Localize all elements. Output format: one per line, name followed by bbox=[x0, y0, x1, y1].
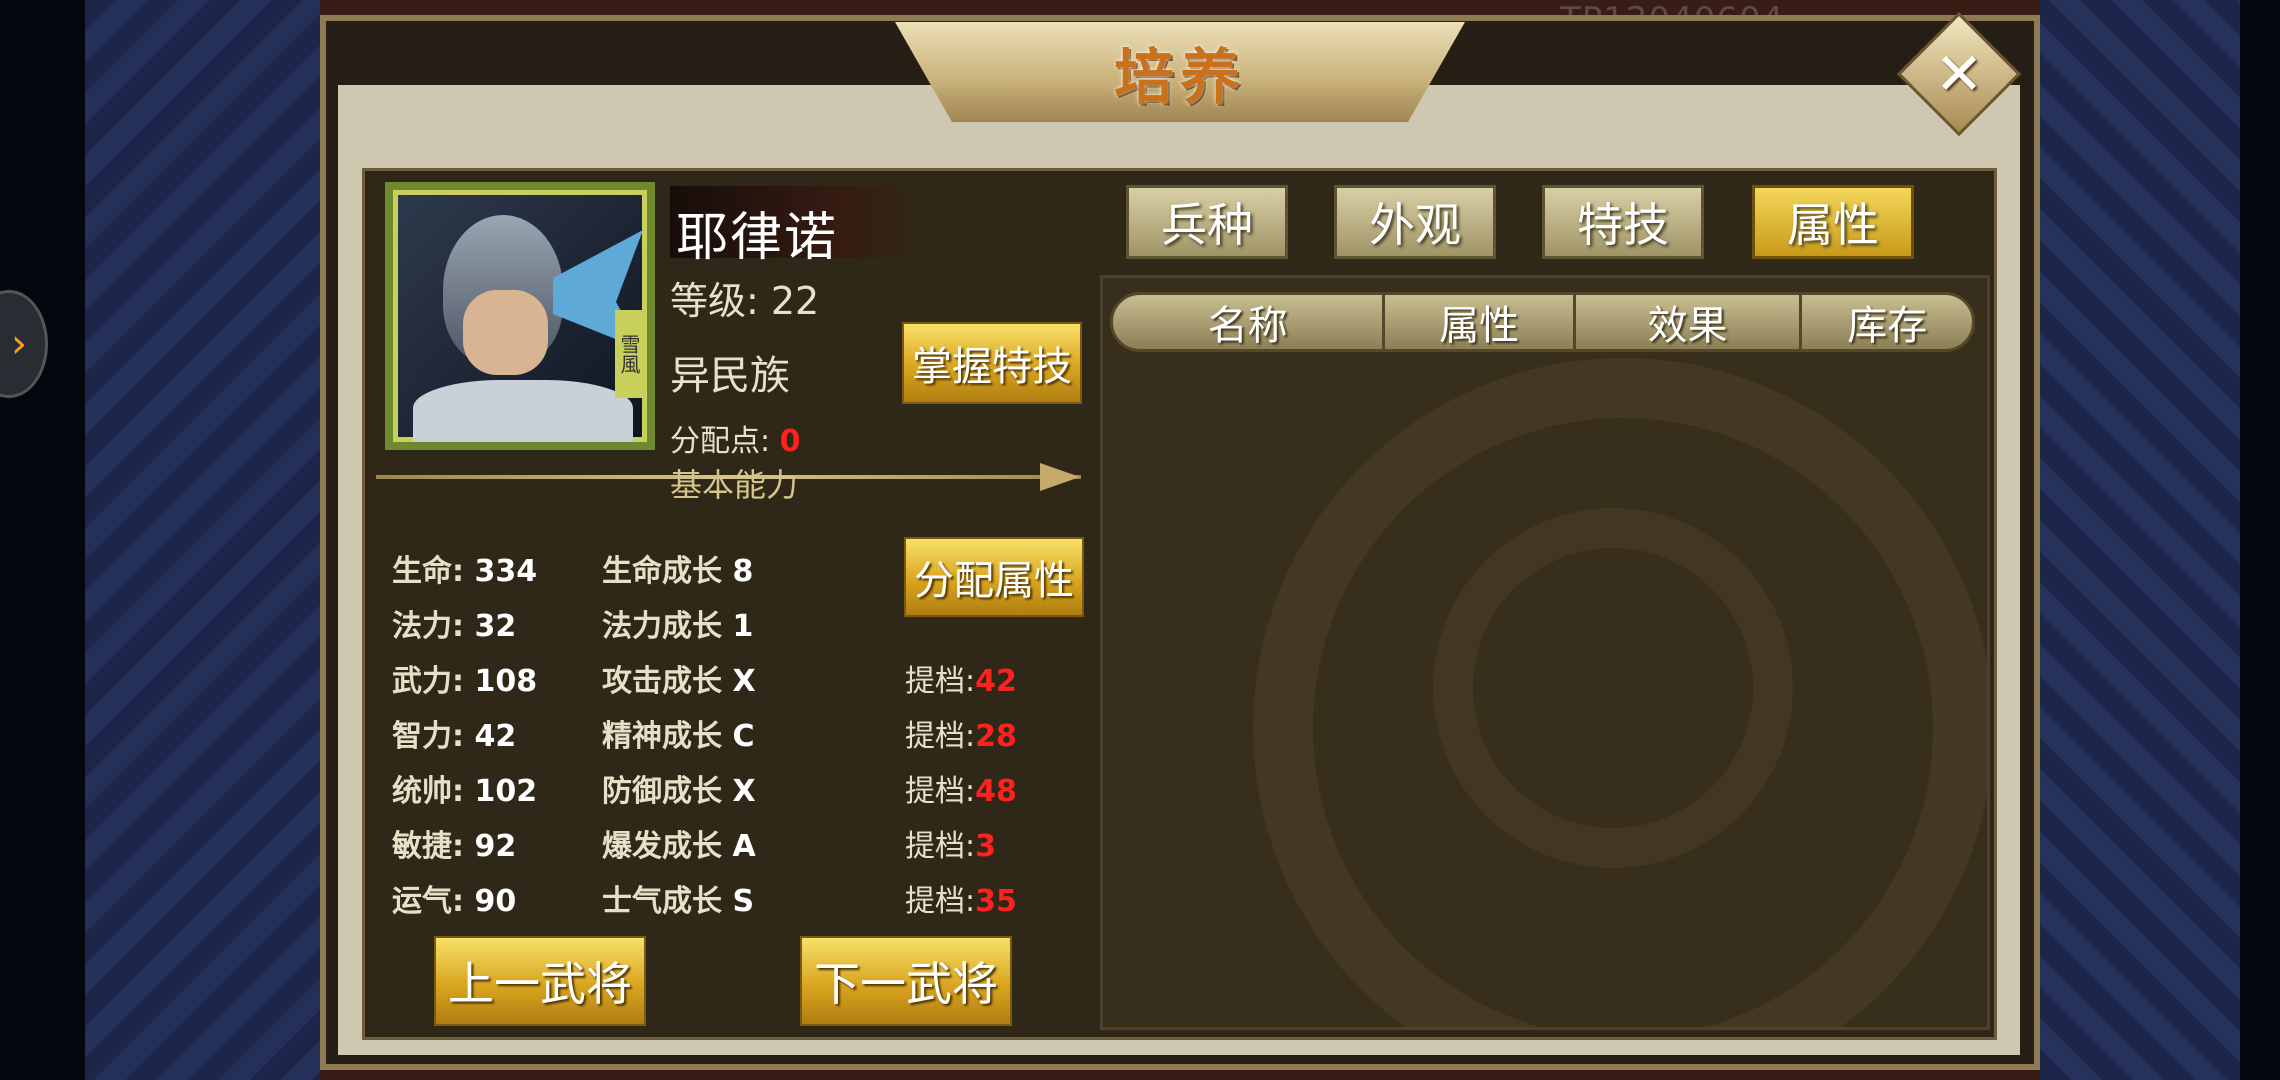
growth-row-mp: 法力成长 1 bbox=[602, 601, 753, 645]
stat-value: 102 bbox=[474, 774, 538, 809]
stat-label: 法力: bbox=[392, 609, 464, 644]
growth-value: X bbox=[732, 664, 756, 699]
tier-row-luck: 提档:35 bbox=[905, 876, 1017, 920]
hero-level: 等级: 22 bbox=[670, 279, 820, 323]
next-general-button[interactable]: 下一武将 bbox=[800, 936, 1012, 1026]
hero-name: 耶律诺 bbox=[676, 208, 839, 268]
tier-row-force: 提档:42 bbox=[905, 656, 1017, 700]
tier-value: 48 bbox=[975, 774, 1017, 809]
chevron-right-icon: › bbox=[11, 321, 27, 367]
tab-skills[interactable]: 特技 bbox=[1542, 185, 1704, 259]
growth-value: C bbox=[732, 719, 755, 754]
stat-label: 运气: bbox=[392, 884, 464, 919]
tier-row-command: 提档:48 bbox=[905, 766, 1017, 810]
close-icon[interactable]: ✕ bbox=[1915, 30, 2003, 118]
stat-value: 334 bbox=[474, 554, 538, 589]
tier-label: 提档: bbox=[905, 774, 976, 809]
growth-label: 攻击成长 bbox=[602, 664, 722, 699]
assign-attributes-button[interactable]: 分配属性 bbox=[904, 537, 1084, 617]
allocation-points: 分配点: 0 bbox=[670, 416, 801, 460]
stat-row-force: 武力: 108 bbox=[392, 656, 537, 700]
stat-row-hp: 生命: 334 bbox=[392, 546, 537, 590]
stat-row-command: 统帅: 102 bbox=[392, 766, 537, 810]
tier-label: 提档: bbox=[905, 664, 976, 699]
stat-value: 42 bbox=[474, 719, 517, 754]
growth-row-command: 防御成长 X bbox=[602, 766, 756, 810]
arrow-head-icon bbox=[1040, 463, 1080, 491]
growth-row-hp: 生命成长 8 bbox=[602, 546, 753, 590]
tier-row-agility: 提档:3 bbox=[905, 821, 996, 865]
tier-value: 28 bbox=[975, 719, 1017, 754]
growth-label: 精神成长 bbox=[602, 719, 722, 754]
tab-appearance[interactable]: 外观 bbox=[1334, 185, 1496, 259]
portrait-face bbox=[463, 290, 548, 375]
table-header: 名称 属性 效果 库存 bbox=[1110, 292, 1975, 352]
tier-value: 42 bbox=[975, 664, 1017, 699]
tier-value: 3 bbox=[975, 829, 996, 864]
column-header-stock[interactable]: 库存 bbox=[1802, 293, 1972, 351]
tab-attributes[interactable]: 属性 bbox=[1752, 185, 1914, 259]
growth-value: 8 bbox=[732, 554, 754, 589]
growth-row-luck: 士气成长 S bbox=[602, 876, 754, 920]
stat-row-agility: 敏捷: 92 bbox=[392, 821, 516, 865]
allocation-points-value: 0 bbox=[779, 424, 801, 459]
growth-row-intel: 精神成长 C bbox=[602, 711, 754, 755]
stat-label: 武力: bbox=[392, 664, 464, 699]
tier-label: 提档: bbox=[905, 829, 976, 864]
growth-value: 1 bbox=[732, 609, 754, 644]
tier-label: 提档: bbox=[905, 884, 976, 919]
prev-general-button[interactable]: 上一武将 bbox=[434, 936, 646, 1026]
attribute-table-panel[interactable] bbox=[1100, 275, 1990, 1030]
stat-value: 108 bbox=[474, 664, 538, 699]
hero-race: 异民族 bbox=[670, 353, 790, 399]
stat-row-intel: 智力: 42 bbox=[392, 711, 516, 755]
growth-row-agility: 爆发成长 A bbox=[602, 821, 756, 865]
growth-label: 生命成长 bbox=[602, 554, 722, 589]
tier-label: 提档: bbox=[905, 719, 976, 754]
stat-value: 32 bbox=[474, 609, 517, 644]
stat-label: 敏捷: bbox=[392, 829, 464, 864]
growth-row-force: 攻击成长 X bbox=[602, 656, 756, 700]
background-pattern-right bbox=[2040, 0, 2240, 1080]
stat-row-mp: 法力: 32 bbox=[392, 601, 516, 645]
column-header-effect[interactable]: 效果 bbox=[1576, 293, 1799, 351]
stat-label: 生命: bbox=[392, 554, 464, 589]
growth-value: X bbox=[732, 774, 756, 809]
stat-value: 92 bbox=[474, 829, 517, 864]
dialog-title: 培养 bbox=[1114, 42, 1246, 113]
stat-row-luck: 运气: 90 bbox=[392, 876, 516, 920]
column-header-attribute[interactable]: 属性 bbox=[1385, 293, 1573, 351]
stat-value: 90 bbox=[474, 884, 517, 919]
tier-row-intel: 提档:28 bbox=[905, 711, 1017, 755]
column-header-name[interactable]: 名称 bbox=[1113, 293, 1382, 351]
stat-label: 统帅: bbox=[392, 774, 464, 809]
tier-value: 35 bbox=[975, 884, 1017, 919]
growth-value: A bbox=[732, 829, 756, 864]
side-expand-button[interactable]: › bbox=[0, 290, 48, 398]
growth-label: 爆发成长 bbox=[602, 829, 722, 864]
growth-label: 士气成长 bbox=[602, 884, 722, 919]
allocation-points-label: 分配点: bbox=[670, 424, 780, 459]
section-title: 基本能力 bbox=[670, 466, 799, 504]
tab-unit-type[interactable]: 兵种 bbox=[1126, 185, 1288, 259]
background-pattern-left bbox=[85, 0, 320, 1080]
stat-label: 智力: bbox=[392, 719, 464, 754]
growth-value: S bbox=[732, 884, 755, 919]
title-plate: 培养 bbox=[895, 22, 1465, 122]
growth-label: 防御成长 bbox=[602, 774, 722, 809]
dragon-watermark-inner bbox=[1433, 508, 1793, 868]
growth-label: 法力成长 bbox=[602, 609, 722, 644]
portrait-tag: 雪風 bbox=[615, 310, 643, 398]
master-skill-button[interactable]: 掌握特技 bbox=[902, 322, 1082, 404]
portrait-scarf bbox=[413, 380, 633, 442]
